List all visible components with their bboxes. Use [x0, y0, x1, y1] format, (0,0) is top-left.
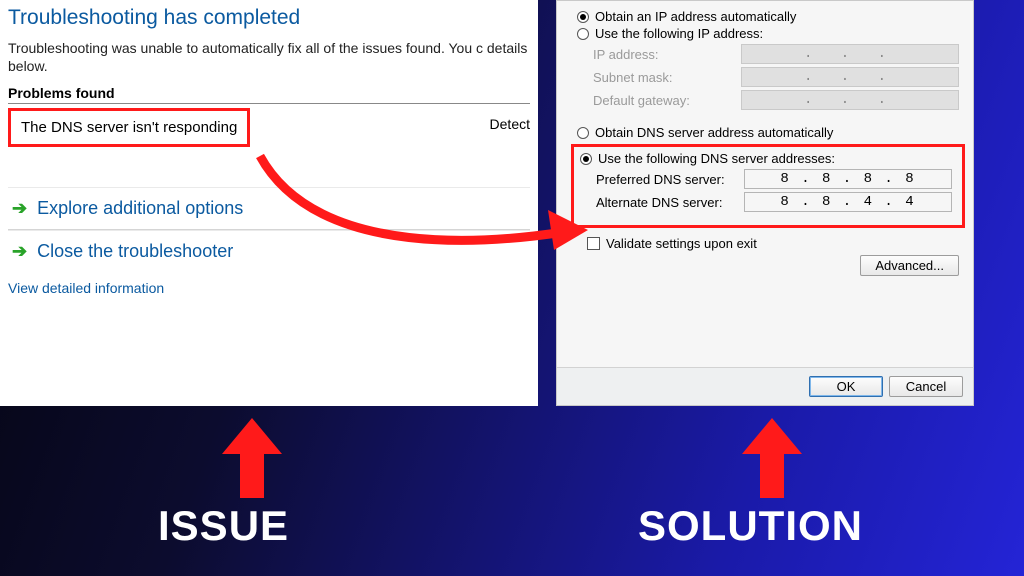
troubleshooter-window: Troubleshooting has completed Troublesho…: [0, 0, 538, 406]
validate-settings-checkbox[interactable]: Validate settings upon exit: [587, 236, 959, 251]
default-gateway-input: . . .: [741, 90, 959, 110]
annotation-arrow-issue: [222, 418, 282, 498]
dns-settings-highlight: Use the following DNS server addresses: …: [571, 144, 965, 228]
radio-label: Use the following IP address:: [595, 26, 763, 41]
dialog-footer: OK Cancel: [557, 367, 973, 405]
arrow-right-icon: ➔: [12, 241, 27, 262]
radio-obtain-ip-auto[interactable]: Obtain an IP address automatically: [577, 9, 959, 24]
annotation-arrow-solution: [742, 418, 802, 498]
problems-found-header: Problems found: [8, 85, 530, 104]
radio-icon: [580, 153, 592, 165]
ip-address-input: . . .: [741, 44, 959, 64]
troubleshooter-description: Troubleshooting was unable to automatica…: [8, 40, 530, 75]
option-label: Explore additional options: [37, 198, 243, 219]
troubleshooter-title: Troubleshooting has completed: [8, 6, 530, 30]
subnet-mask-label: Subnet mask:: [593, 70, 741, 85]
cancel-button[interactable]: Cancel: [889, 376, 963, 397]
default-gateway-label: Default gateway:: [593, 93, 741, 108]
checkbox-icon: [587, 237, 600, 250]
arrow-right-icon: ➔: [12, 198, 27, 219]
radio-obtain-dns-auto[interactable]: Obtain DNS server address automatically: [577, 125, 959, 140]
preferred-dns-label: Preferred DNS server:: [596, 172, 744, 187]
ipv4-properties-dialog: Obtain an IP address automatically Use t…: [556, 0, 974, 406]
problem-status-detected: Detect: [490, 108, 530, 132]
option-close-troubleshooter[interactable]: ➔ Close the troubleshooter: [8, 230, 530, 272]
radio-label: Obtain DNS server address automatically: [595, 125, 833, 140]
alternate-dns-input[interactable]: 8 . 8 . 4 . 4: [744, 192, 952, 212]
option-label: Close the troubleshooter: [37, 241, 233, 262]
alternate-dns-label: Alternate DNS server:: [596, 195, 744, 210]
subnet-mask-input: . . .: [741, 67, 959, 87]
radio-label: Use the following DNS server addresses:: [598, 151, 835, 166]
caption-issue: ISSUE: [158, 502, 289, 550]
advanced-button[interactable]: Advanced...: [860, 255, 959, 276]
caption-solution: SOLUTION: [638, 502, 863, 550]
option-explore-additional[interactable]: ➔ Explore additional options: [8, 187, 530, 230]
preferred-dns-input[interactable]: 8 . 8 . 8 . 8: [744, 169, 952, 189]
radio-use-following-dns[interactable]: Use the following DNS server addresses:: [580, 151, 952, 166]
view-detailed-info-link[interactable]: View detailed information: [8, 280, 164, 296]
radio-label: Obtain an IP address automatically: [595, 9, 796, 24]
ok-button[interactable]: OK: [809, 376, 883, 397]
checkbox-label: Validate settings upon exit: [606, 236, 757, 251]
ip-address-label: IP address:: [593, 47, 741, 62]
radio-icon: [577, 127, 589, 139]
radio-icon: [577, 11, 589, 23]
problem-dns-not-responding: The DNS server isn't responding: [8, 108, 250, 147]
radio-use-following-ip[interactable]: Use the following IP address:: [577, 26, 959, 41]
radio-icon: [577, 28, 589, 40]
